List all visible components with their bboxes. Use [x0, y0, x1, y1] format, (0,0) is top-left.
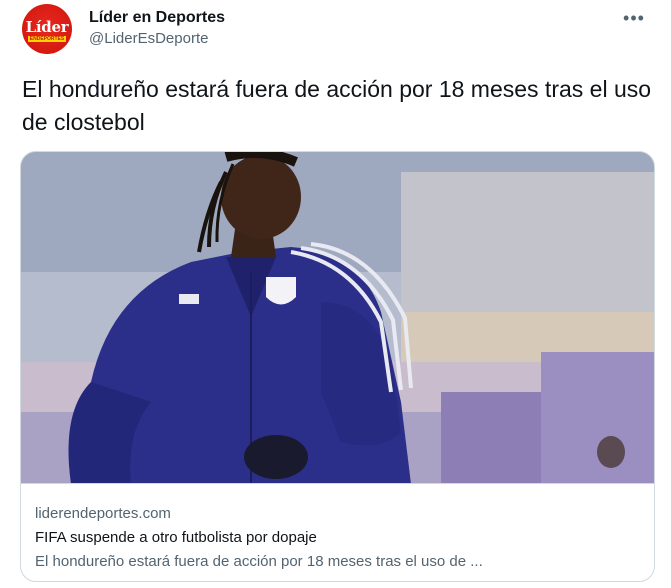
card-domain: liderendeportes.com	[35, 505, 171, 522]
tweet-header: Líder ENDEPORTES Líder en Deportes @Lide…	[22, 4, 225, 54]
card-meta: liderendeportes.com FIFA suspende a otro…	[21, 484, 654, 572]
tweet-text: El hondureño estará fuera de acción por …	[22, 76, 652, 135]
card-photo-illustration	[21, 152, 654, 483]
card-title: FIFA suspende a otro futbolista por dopa…	[35, 529, 317, 546]
author-names: Líder en Deportes @LiderEsDeporte	[89, 8, 225, 50]
more-horizontal-icon: •••	[623, 7, 645, 28]
tweet[interactable]: Líder ENDEPORTES Líder en Deportes @Lide…	[0, 0, 671, 588]
author-display-name[interactable]: Líder en Deportes	[89, 8, 225, 28]
avatar[interactable]: Líder ENDEPORTES	[22, 4, 72, 54]
card-description: El hondureño estará fuera de acción por …	[35, 553, 483, 570]
link-card[interactable]: liderendeportes.com FIFA suspende a otro…	[20, 151, 655, 582]
avatar-logo-text: Líder	[25, 17, 69, 36]
avatar-logo-subtext: ENDEPORTES	[27, 35, 67, 42]
card-image[interactable]	[21, 152, 654, 484]
more-options-button[interactable]: •••	[619, 8, 649, 28]
author-handle[interactable]: @LiderEsDeporte	[89, 28, 225, 50]
